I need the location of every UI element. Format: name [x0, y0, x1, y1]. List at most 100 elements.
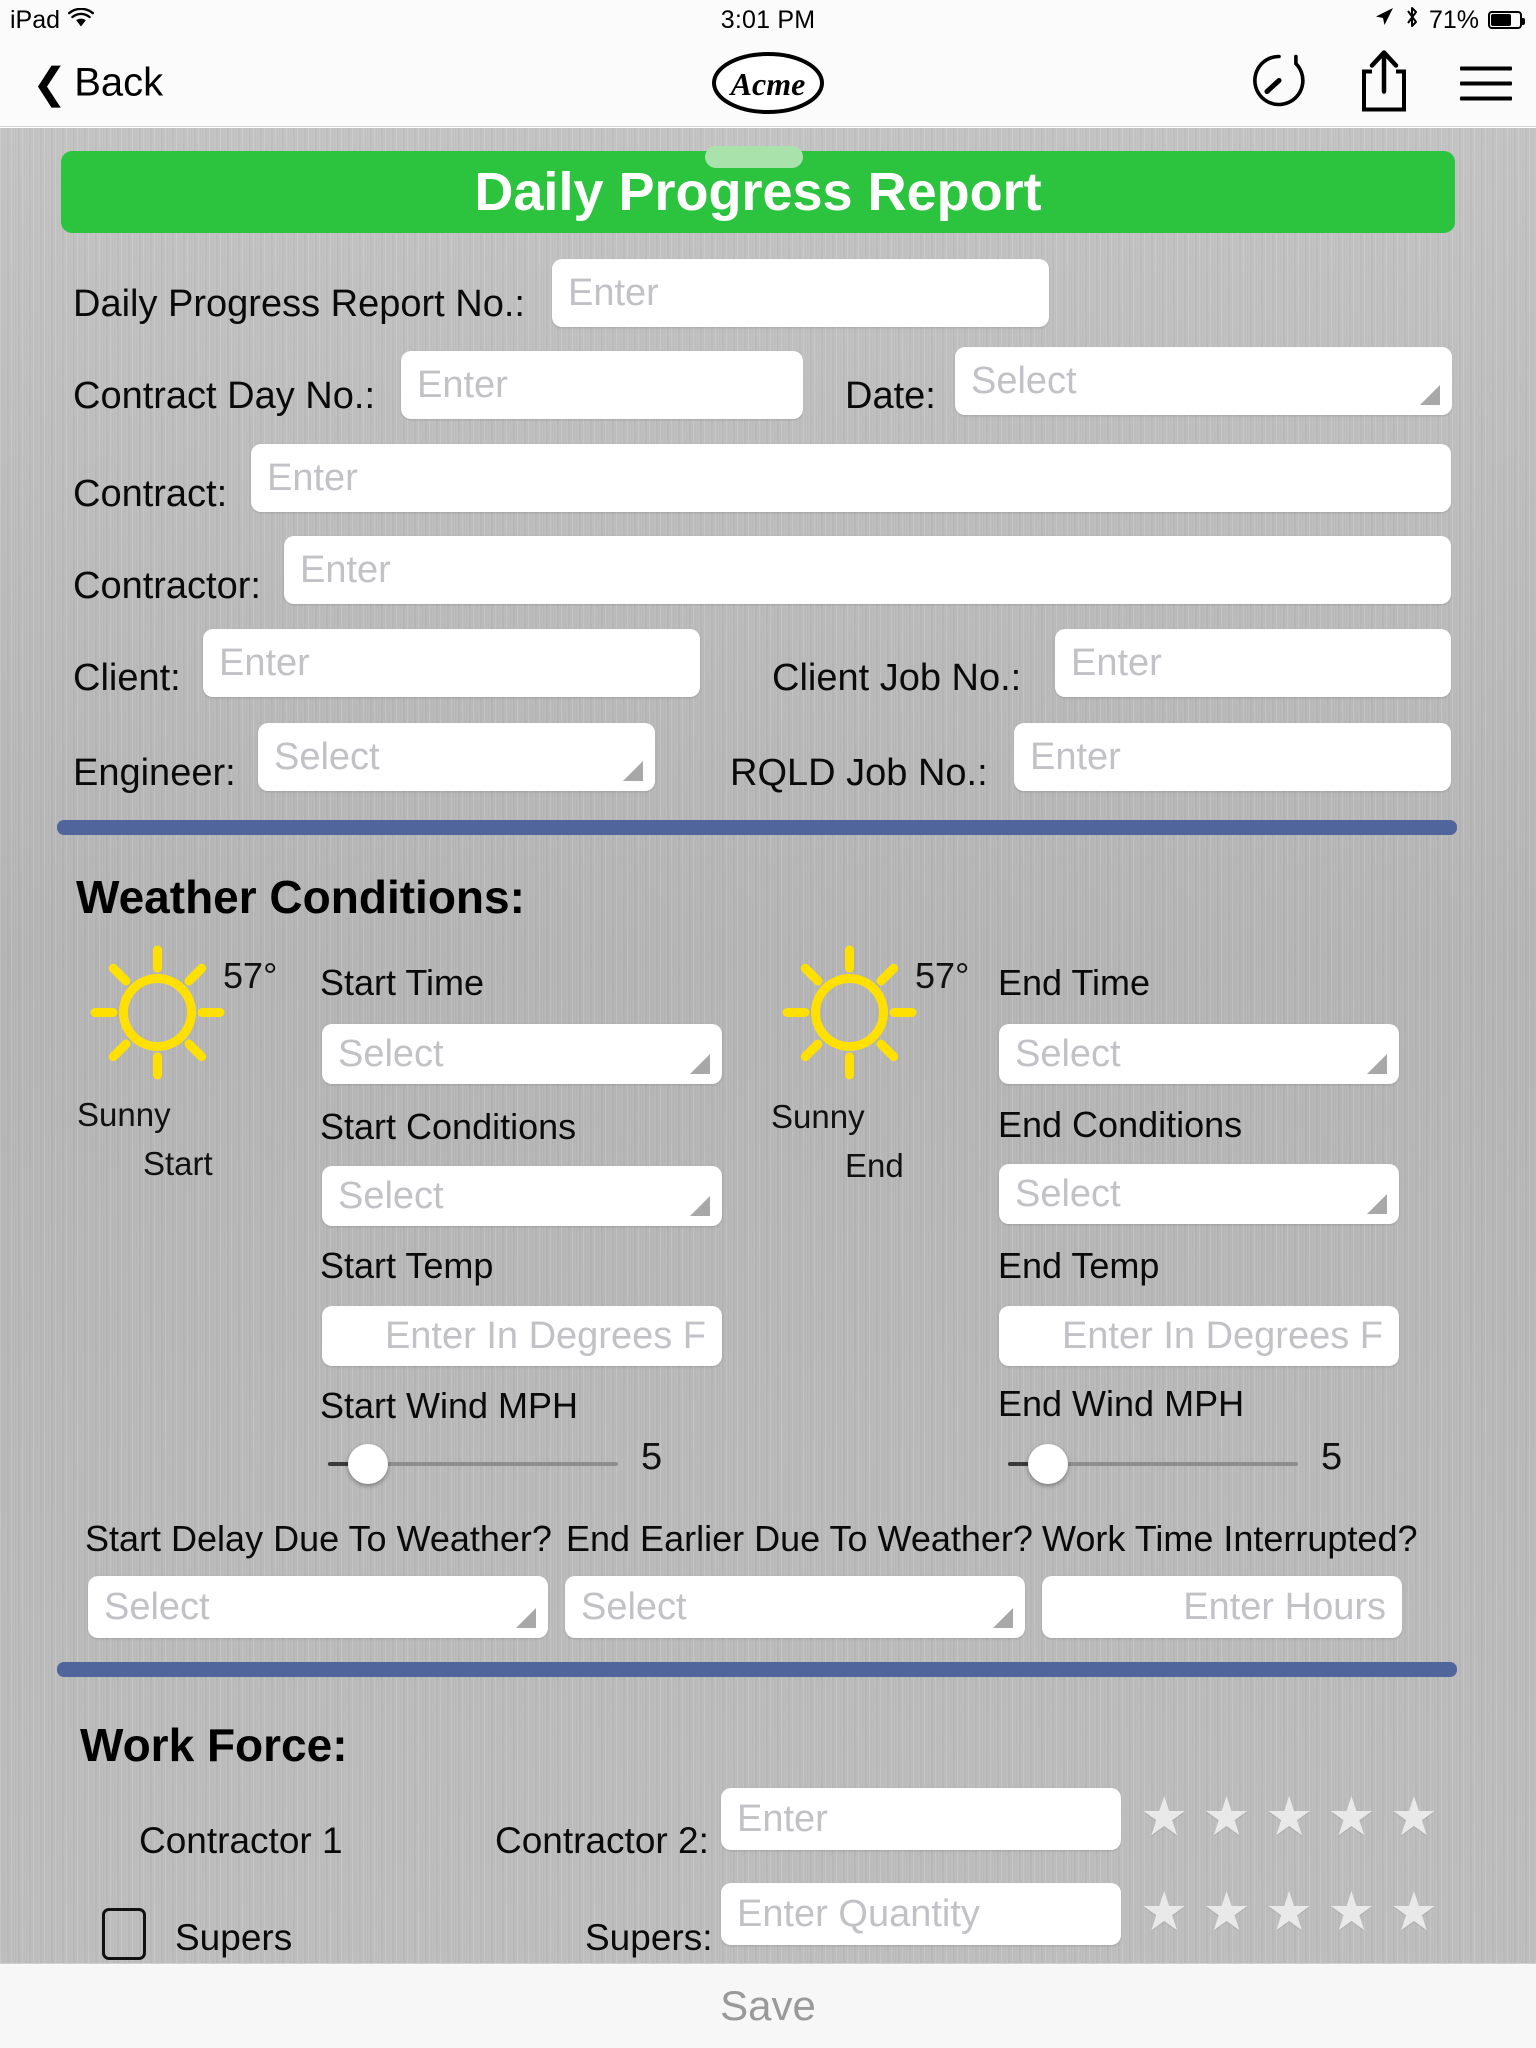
chevron-down-icon	[516, 1608, 536, 1628]
client-input[interactable]: Enter	[203, 629, 700, 697]
svg-text:Acme: Acme	[729, 66, 806, 102]
start-temp-input[interactable]: Enter In Degrees F	[322, 1306, 722, 1366]
contract-label: Contract:	[73, 473, 228, 515]
contract-day-input[interactable]: Enter	[401, 351, 803, 419]
end-wind-label: End Wind MPH	[998, 1383, 1245, 1424]
end-time-select[interactable]: Select	[999, 1024, 1399, 1084]
start-temp-label: Start Temp	[320, 1245, 494, 1286]
location-arrow-icon	[1373, 6, 1395, 35]
start-wind-label: Start Wind MPH	[320, 1385, 579, 1426]
weather-section-heading: Weather Conditions:	[76, 871, 525, 923]
date-select[interactable]: Select	[955, 347, 1452, 415]
work-interrupt-input[interactable]: Enter Hours	[1042, 1576, 1402, 1638]
star-icon[interactable]: ★	[1202, 1790, 1250, 1844]
end-temp-readout: 57°	[915, 955, 970, 996]
supers-checkbox-label: Supers	[175, 1917, 293, 1958]
star-icon[interactable]: ★	[1140, 1790, 1188, 1844]
chevron-down-icon	[690, 1196, 710, 1216]
start-conditions-select[interactable]: Select	[322, 1166, 722, 1226]
workforce-section-heading: Work Force:	[80, 1719, 348, 1771]
star-icon[interactable]: ★	[1202, 1885, 1250, 1939]
client-job-label: Client Job No.:	[772, 657, 1022, 699]
back-button[interactable]: ❮ Back	[32, 61, 163, 106]
end-wind-value: 5	[1321, 1436, 1343, 1478]
status-bar-right: 71%	[1373, 5, 1525, 36]
client-placeholder: Enter	[219, 641, 310, 684]
contractor2-star-rating[interactable]: ★ ★ ★ ★ ★	[1140, 1790, 1438, 1844]
chevron-down-icon	[1367, 1054, 1387, 1074]
bluetooth-icon	[1404, 5, 1420, 36]
back-button-label: Back	[74, 60, 164, 105]
start-conditions-placeholder: Select	[338, 1174, 444, 1217]
start-time-placeholder: Select	[338, 1032, 444, 1075]
rqld-job-input[interactable]: Enter	[1014, 723, 1451, 791]
chevron-down-icon	[1367, 1194, 1387, 1214]
chevron-down-icon	[623, 761, 643, 781]
star-icon[interactable]: ★	[1327, 1885, 1375, 1939]
contract-day-placeholder: Enter	[417, 363, 508, 406]
bottom-toolbar: Save	[0, 1963, 1536, 2048]
status-bar-clock: 3:01 PM	[720, 5, 816, 34]
contract-day-label: Contract Day No.:	[73, 375, 375, 417]
supers-checkbox[interactable]	[102, 1908, 146, 1960]
end-conditions-label: End Conditions	[998, 1104, 1243, 1145]
star-icon[interactable]: ★	[1140, 1885, 1188, 1939]
start-conditions-label: Start Conditions	[320, 1106, 577, 1147]
engineer-select[interactable]: Select	[258, 723, 655, 791]
clock-history-icon[interactable]	[1250, 52, 1308, 115]
end-time-placeholder: Select	[1015, 1032, 1121, 1075]
contractor2-placeholder: Enter	[737, 1797, 828, 1840]
end-earlier-placeholder: Select	[581, 1585, 687, 1628]
end-phase-label: End	[845, 1147, 904, 1184]
save-button[interactable]: Save	[720, 1982, 816, 2030]
end-earlier-select[interactable]: Select	[565, 1576, 1025, 1638]
start-delay-select[interactable]: Select	[88, 1576, 548, 1638]
navigation-bar: ❮ Back Acme	[0, 40, 1536, 127]
date-label: Date:	[845, 375, 936, 417]
chevron-down-icon	[993, 1608, 1013, 1628]
contractor-placeholder: Enter	[300, 548, 391, 591]
hamburger-menu-icon[interactable]	[1460, 66, 1512, 100]
end-temp-input[interactable]: Enter In Degrees F	[999, 1306, 1399, 1366]
end-temp-label: End Temp	[998, 1245, 1160, 1286]
contract-placeholder: Enter	[267, 456, 358, 499]
contractor-input[interactable]: Enter	[284, 536, 1451, 604]
contractor2-input[interactable]: Enter	[721, 1788, 1121, 1850]
star-icon[interactable]: ★	[1390, 1885, 1438, 1939]
star-icon[interactable]: ★	[1390, 1790, 1438, 1844]
work-interrupt-placeholder: Enter Hours	[1183, 1585, 1386, 1628]
start-time-label: Start Time	[320, 962, 485, 1003]
start-wind-slider-thumb[interactable]	[348, 1444, 388, 1484]
supers-quantity-input[interactable]: Enter Quantity	[721, 1883, 1121, 1945]
client-job-input[interactable]: Enter	[1055, 629, 1451, 697]
start-delay-label: Start Delay Due To Weather?	[85, 1518, 552, 1559]
engineer-placeholder: Select	[274, 735, 380, 778]
end-wind-slider[interactable]	[1008, 1444, 1298, 1484]
client-label: Client:	[73, 657, 181, 699]
star-icon[interactable]: ★	[1265, 1790, 1313, 1844]
report-no-placeholder: Enter	[568, 271, 659, 314]
end-wind-slider-thumb[interactable]	[1028, 1444, 1068, 1484]
start-wind-slider[interactable]	[328, 1444, 618, 1484]
star-icon[interactable]: ★	[1265, 1885, 1313, 1939]
chevron-down-icon	[1420, 385, 1440, 405]
battery-percent-label: 71%	[1428, 5, 1479, 34]
start-time-select[interactable]: Select	[322, 1024, 722, 1084]
report-no-input[interactable]: Enter	[552, 259, 1049, 327]
ios-status-bar: iPad 3:01 PM 71%	[0, 0, 1536, 40]
chevron-left-icon: ❮	[32, 59, 68, 106]
section-divider	[57, 1662, 1457, 1677]
end-condition-label: Sunny	[771, 1098, 865, 1135]
contractor-label: Contractor:	[73, 565, 261, 607]
supers-star-rating[interactable]: ★ ★ ★ ★ ★	[1140, 1885, 1438, 1939]
end-sun-icon	[782, 945, 917, 1085]
end-conditions-select[interactable]: Select	[999, 1164, 1399, 1224]
client-job-placeholder: Enter	[1071, 641, 1162, 684]
chevron-down-icon	[690, 1054, 710, 1074]
contract-input[interactable]: Enter	[251, 444, 1451, 512]
supers-label: Supers:	[585, 1917, 713, 1958]
battery-icon	[1488, 11, 1525, 29]
share-icon[interactable]	[1358, 50, 1410, 117]
end-earlier-label: End Earlier Due To Weather?	[566, 1518, 1033, 1559]
star-icon[interactable]: ★	[1327, 1790, 1375, 1844]
